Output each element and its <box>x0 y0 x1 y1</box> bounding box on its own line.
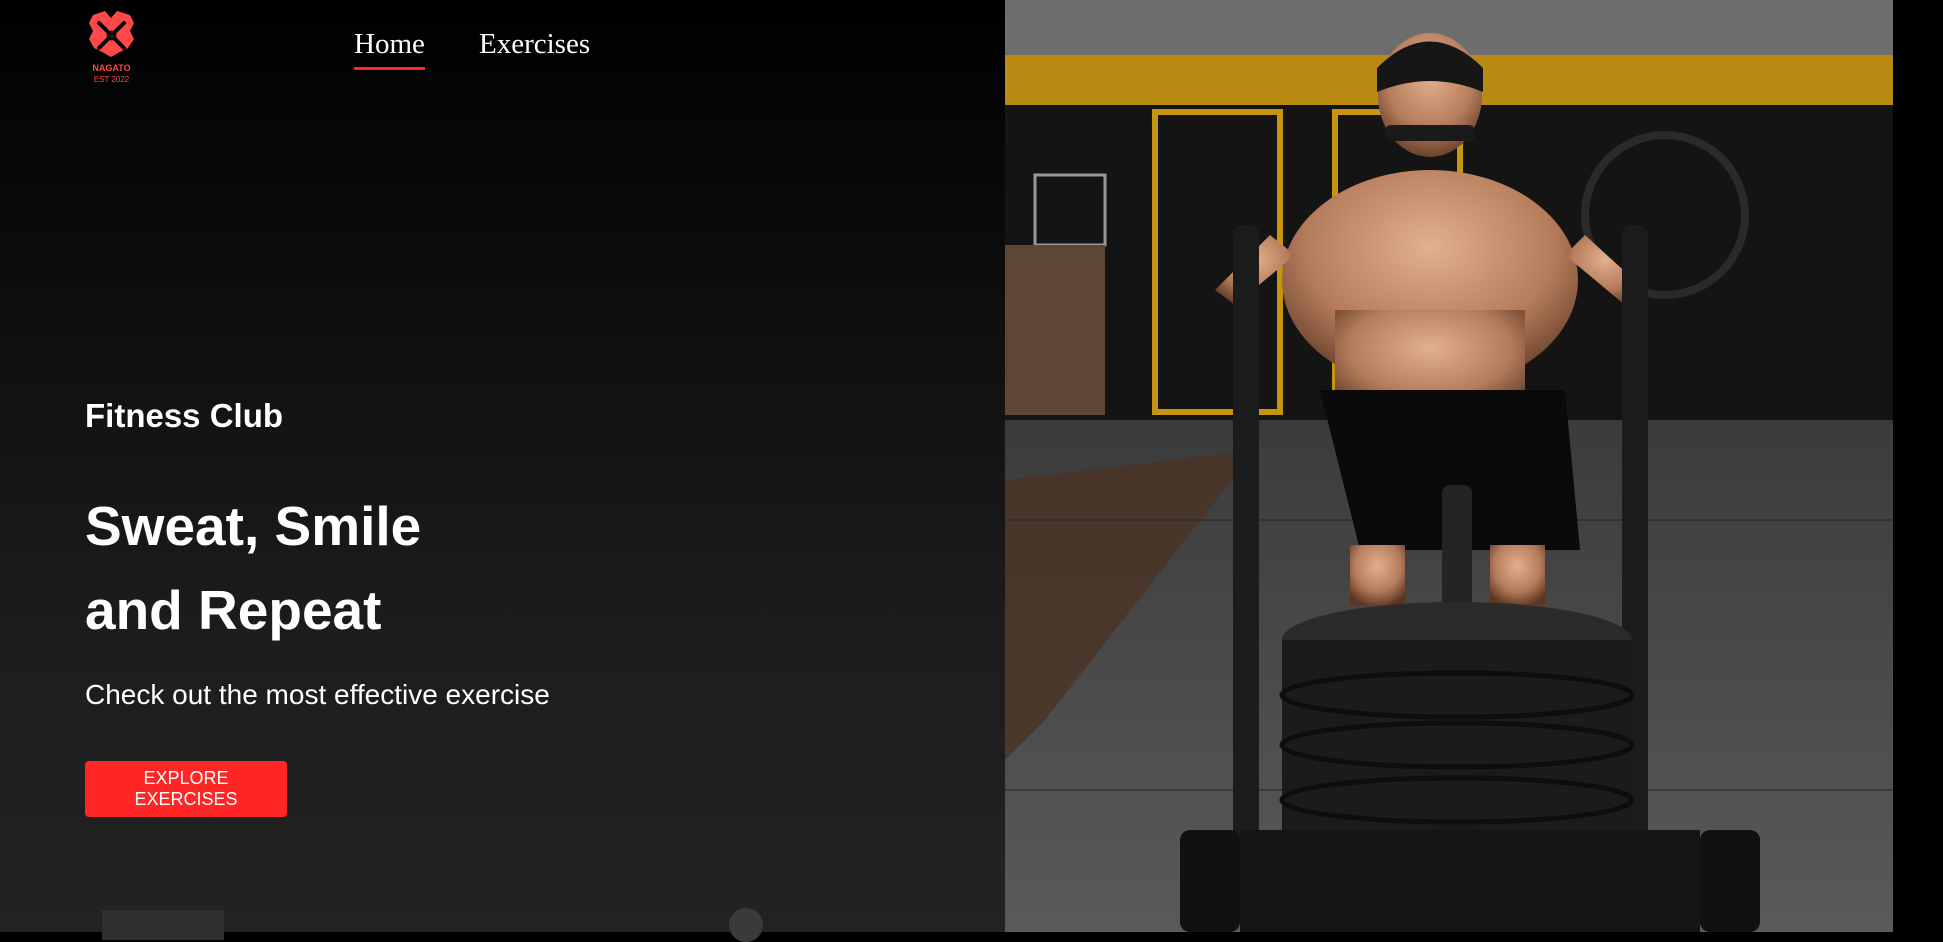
hero-photo-illustration <box>1005 0 1893 932</box>
headline-line-2: and Repeat <box>85 579 382 641</box>
hero-eyebrow: Fitness Club <box>85 397 284 434</box>
decorative-block <box>102 910 224 940</box>
decorative-dot <box>729 908 763 942</box>
logo-icon: NAGATO EST 2022 <box>89 11 134 84</box>
right-edge-strip <box>1893 0 1943 932</box>
svg-text:EST 2022: EST 2022 <box>94 75 130 84</box>
headline-line-1: Sweat, Smile <box>85 495 422 557</box>
svg-text:NAGATO: NAGATO <box>92 63 130 73</box>
hero-headline: Sweat, Smile and Repeat <box>85 484 421 652</box>
nagato-logo[interactable]: NAGATO EST 2022 <box>85 9 138 87</box>
nav-home-link[interactable]: Home <box>354 28 425 70</box>
explore-exercises-button[interactable]: EXPLORE EXERCISES <box>85 761 287 817</box>
hero-image <box>1005 0 1893 932</box>
hero-subtitle: Check out the most effective exercise <box>85 679 550 710</box>
nav-exercises-link[interactable]: Exercises <box>479 28 590 61</box>
